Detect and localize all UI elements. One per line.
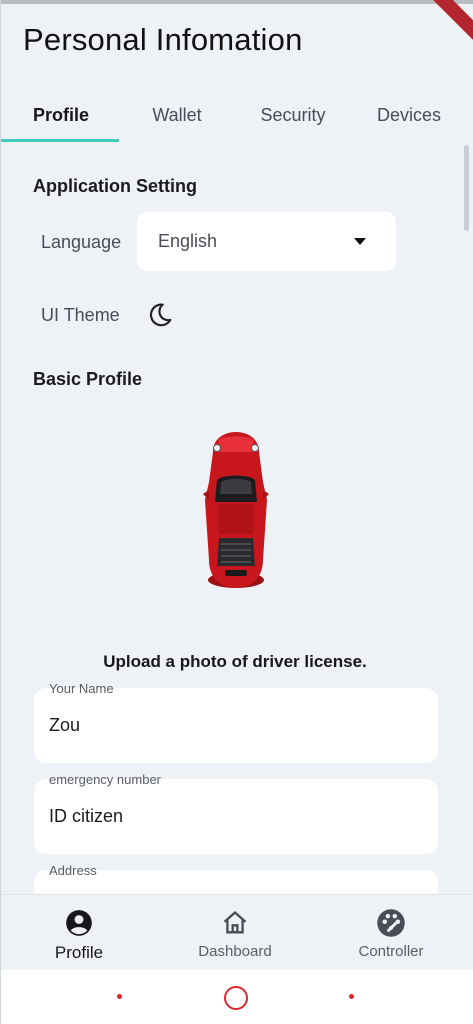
account-circle-icon	[63, 907, 95, 939]
moon-icon	[149, 303, 172, 327]
tab-wallet[interactable]: Wallet	[119, 88, 235, 142]
red-sports-car-image	[203, 432, 269, 588]
upload-license-text[interactable]: Upload a photo of driver license.	[1, 652, 469, 672]
tab-security[interactable]: Security	[235, 88, 351, 142]
emergency-number-label: emergency number	[49, 772, 161, 787]
address-label: Address	[49, 863, 97, 878]
language-selected-value: English	[158, 231, 218, 251]
your-name-value: Zou	[49, 715, 81, 735]
page-title: Personal Infomation	[23, 22, 303, 57]
recents-button[interactable]	[349, 994, 354, 999]
palette-icon	[375, 907, 407, 939]
nav-profile-label: Profile	[54, 943, 104, 962]
nav-profile[interactable]: Profile	[39, 895, 119, 971]
home-button[interactable]	[224, 986, 248, 1010]
tab-indicator	[1, 139, 119, 142]
status-bar-edge	[1, 0, 473, 4]
your-name-label: Your Name	[49, 681, 114, 696]
basic-profile-title: Basic Profile	[33, 369, 143, 389]
emergency-number-value: ID citizen	[49, 806, 124, 826]
ui-theme-label: UI Theme	[41, 305, 120, 325]
debug-banner	[419, 0, 473, 50]
dropdown-arrow-icon	[354, 238, 366, 245]
application-setting-title: Application Setting	[33, 176, 197, 196]
nav-dashboard-label: Dashboard	[198, 943, 272, 960]
your-name-field[interactable]: Zou	[34, 688, 438, 763]
nav-controller[interactable]: Controller	[350, 895, 432, 971]
tab-devices[interactable]: Devices	[351, 88, 467, 142]
bottom-navigation-bar: Profile Dashboard Controller	[1, 894, 473, 970]
nav-controller-label: Controller	[358, 943, 424, 960]
theme-toggle-button[interactable]	[145, 300, 175, 330]
home-icon	[219, 907, 251, 939]
tab-bar: Profile Wallet Security Devices	[1, 88, 473, 144]
emergency-number-field[interactable]: ID citizen	[34, 779, 438, 854]
scrollbar[interactable]	[464, 145, 469, 231]
tab-profile[interactable]: Profile	[3, 88, 119, 142]
nav-dashboard[interactable]: Dashboard	[189, 895, 281, 971]
back-button[interactable]	[117, 994, 122, 999]
app-screen: Personal Infomation Profile Wallet Secur…	[0, 0, 473, 1024]
language-select[interactable]: English	[137, 212, 396, 271]
language-label: Language	[41, 232, 122, 252]
profile-photo[interactable]	[197, 430, 275, 592]
